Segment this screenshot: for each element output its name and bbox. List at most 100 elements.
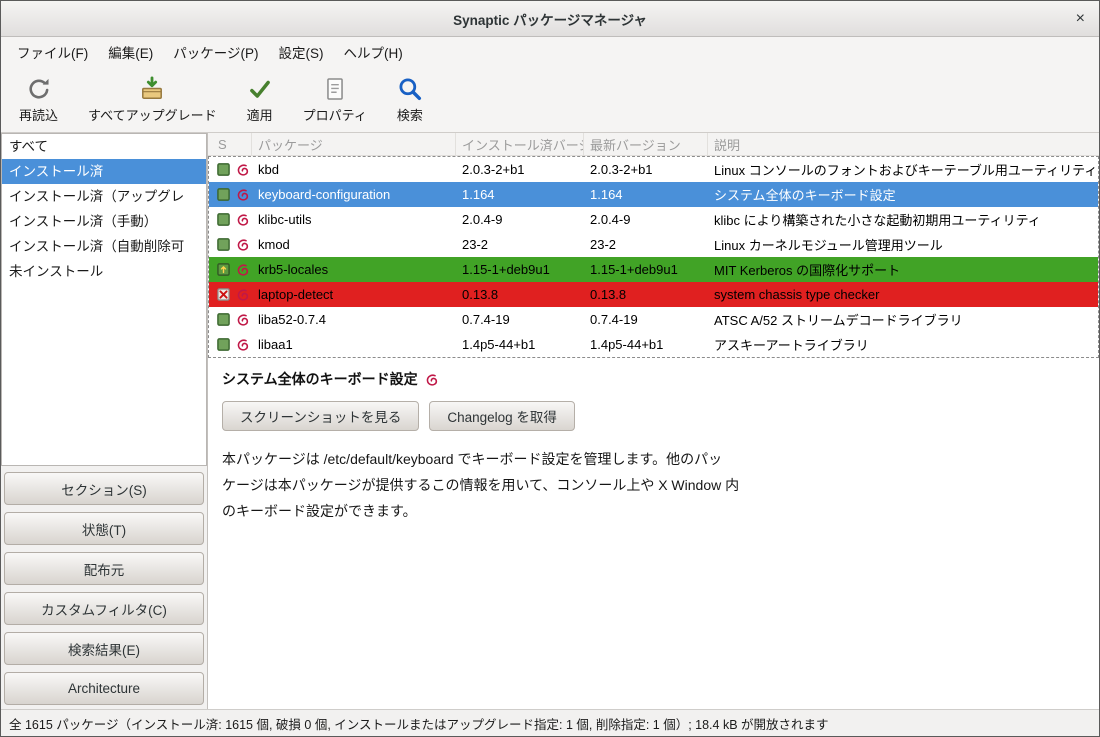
details-buttons: スクリーンショットを見る Changelog を取得 bbox=[222, 401, 1085, 431]
package-description: アスキーアートライブラリ bbox=[709, 335, 1098, 354]
filter-installed-upgradable[interactable]: インストール済（アップグレ bbox=[2, 184, 206, 209]
package-description: klibc により構築された小さな起動初期用ユーティリティ bbox=[709, 210, 1098, 229]
package-name: libaa1 bbox=[253, 337, 457, 352]
table-row[interactable]: liba52-0.7.4 0.7.4-19 0.7.4-19 ATSC A/52… bbox=[209, 307, 1098, 332]
status-cell bbox=[209, 263, 253, 276]
package-description: Linux カーネルモジュール管理用ツール bbox=[709, 235, 1098, 254]
package-description: ATSC A/52 ストリームデコードライブラリ bbox=[709, 310, 1098, 329]
statusbar-text: 全 1615 パッケージ（インストール済: 1615 個, 破損 0 個, イン… bbox=[9, 714, 829, 733]
debian-swirl-icon bbox=[236, 238, 249, 251]
latest-version: 2.0.4-9 bbox=[585, 212, 709, 227]
titlebar: Synaptic パッケージマネージャ × bbox=[1, 1, 1099, 37]
debian-swirl-icon bbox=[236, 213, 249, 226]
get-changelog-button[interactable]: Changelog を取得 bbox=[429, 401, 575, 431]
apply-label: 適用 bbox=[247, 105, 273, 124]
status-cell bbox=[209, 338, 253, 351]
search-label: 検索 bbox=[397, 105, 423, 124]
status-cell bbox=[209, 238, 253, 251]
search-button[interactable]: 検索 bbox=[383, 70, 437, 129]
latest-version: 0.13.8 bbox=[585, 287, 709, 302]
installed-version: 2.0.3-2+b1 bbox=[457, 162, 585, 177]
table-row-marked-removal[interactable]: laptop-detect 0.13.8 0.13.8 system chass… bbox=[209, 282, 1098, 307]
menu-help[interactable]: ヘルプ(H) bbox=[333, 37, 412, 67]
package-description: Linux コンソールのフォントおよびキーテーブル用ユーティリティ bbox=[709, 160, 1098, 179]
properties-icon bbox=[322, 76, 348, 102]
package-marked-removal-icon bbox=[217, 288, 230, 301]
reload-button[interactable]: 再読込 bbox=[5, 70, 72, 129]
custom-filters-button[interactable]: カスタムフィルタ(C) bbox=[4, 592, 204, 625]
filter-list: すべて インストール済 インストール済（アップグレ インストール済（手動） イン… bbox=[1, 133, 207, 466]
header-installed-version[interactable]: インストール済バージョン bbox=[456, 133, 584, 155]
package-name: laptop-detect bbox=[253, 287, 457, 302]
menubar: ファイル(F) 編集(E) パッケージ(P) 設定(S) ヘルプ(H) bbox=[1, 37, 1099, 67]
installed-version: 0.7.4-19 bbox=[457, 312, 585, 327]
debian-swirl-icon bbox=[236, 338, 249, 351]
installed-version: 23-2 bbox=[457, 237, 585, 252]
debian-swirl-icon bbox=[236, 288, 249, 301]
installed-version: 1.4p5-44+b1 bbox=[457, 337, 585, 352]
filter-installed-autoremovable[interactable]: インストール済（自動削除可 bbox=[2, 234, 206, 259]
menu-file[interactable]: ファイル(F) bbox=[7, 37, 98, 67]
filter-not-installed[interactable]: 未インストール bbox=[2, 259, 206, 284]
package-description: system chassis type checker bbox=[709, 287, 1098, 302]
package-description: MIT Kerberos の国際化サポート bbox=[709, 260, 1098, 279]
table-row[interactable]: libaa1 1.4p5-44+b1 1.4p5-44+b1 アスキーアートライ… bbox=[209, 332, 1098, 357]
statusbar: 全 1615 パッケージ（インストール済: 1615 個, 破損 0 個, イン… bbox=[1, 709, 1099, 736]
origin-button[interactable]: 配布元 bbox=[4, 552, 204, 585]
latest-version: 1.164 bbox=[585, 187, 709, 202]
table-header: S パッケージ インストール済バージョン 最新バージョン 説明 bbox=[208, 133, 1099, 156]
details-description: 本パッケージは /etc/default/keyboard でキーボード設定を管… bbox=[222, 446, 1085, 524]
latest-version: 2.0.3-2+b1 bbox=[585, 162, 709, 177]
mark-all-upgrades-icon bbox=[139, 76, 165, 102]
package-installed-icon bbox=[217, 338, 230, 351]
properties-button[interactable]: プロパティ bbox=[289, 70, 381, 129]
filter-all[interactable]: すべて bbox=[2, 134, 206, 159]
header-latest-version[interactable]: 最新バージョン bbox=[584, 133, 708, 155]
header-description[interactable]: 説明 bbox=[708, 133, 1099, 155]
package-marked-upgrade-icon bbox=[217, 263, 230, 276]
architecture-button[interactable]: Architecture bbox=[4, 672, 204, 705]
status-cell bbox=[209, 288, 253, 301]
filter-installed-manual[interactable]: インストール済（手動） bbox=[2, 209, 206, 234]
table-row[interactable]: klibc-utils 2.0.4-9 2.0.4-9 klibc により構築さ… bbox=[209, 207, 1098, 232]
menu-edit[interactable]: 編集(E) bbox=[98, 37, 163, 67]
search-results-button[interactable]: 検索結果(E) bbox=[4, 632, 204, 665]
package-installed-icon bbox=[217, 238, 230, 251]
table-row[interactable]: kmod 23-2 23-2 Linux カーネルモジュール管理用ツール bbox=[209, 232, 1098, 257]
debian-swirl-icon bbox=[236, 313, 249, 326]
installed-version: 1.164 bbox=[457, 187, 585, 202]
details-pane: システム全体のキーボード設定 スクリーンショットを見る Changelog を取… bbox=[208, 358, 1099, 709]
synaptic-window: Synaptic パッケージマネージャ × ファイル(F) 編集(E) パッケー… bbox=[0, 0, 1100, 737]
header-status[interactable]: S bbox=[208, 133, 252, 155]
menu-settings[interactable]: 設定(S) bbox=[268, 37, 333, 67]
menu-package[interactable]: パッケージ(P) bbox=[163, 37, 268, 67]
sidebar-buttons: セクション(S) 状態(T) 配布元 カスタムフィルタ(C) 検索結果(E) A… bbox=[1, 472, 207, 709]
installed-version: 2.0.4-9 bbox=[457, 212, 585, 227]
close-button[interactable]: × bbox=[1076, 11, 1085, 27]
sections-button[interactable]: セクション(S) bbox=[4, 472, 204, 505]
apply-button[interactable]: 適用 bbox=[233, 70, 287, 129]
table-row-selected[interactable]: keyboard-configuration 1.164 1.164 システム全… bbox=[209, 182, 1098, 207]
package-list: kbd 2.0.3-2+b1 2.0.3-2+b1 Linux コンソールのフォ… bbox=[208, 156, 1099, 358]
search-icon bbox=[397, 76, 423, 102]
package-installed-icon bbox=[217, 213, 230, 226]
mark-all-upgrades-button[interactable]: すべてアップグレード bbox=[74, 70, 231, 129]
status-button[interactable]: 状態(T) bbox=[4, 512, 204, 545]
description-line: ケージは本パッケージが提供するこの情報を用いて、コンソール上や X Window… bbox=[222, 472, 1085, 498]
debian-swirl-icon bbox=[236, 163, 249, 176]
view-screenshot-button[interactable]: スクリーンショットを見る bbox=[222, 401, 419, 431]
description-line: のキーボード設定ができます。 bbox=[222, 498, 1085, 524]
latest-version: 1.4p5-44+b1 bbox=[585, 337, 709, 352]
header-package[interactable]: パッケージ bbox=[252, 133, 456, 155]
table-row-marked-upgrade[interactable]: krb5-locales 1.15-1+deb9u1 1.15-1+deb9u1… bbox=[209, 257, 1098, 282]
main-pane: S パッケージ インストール済バージョン 最新バージョン 説明 kbd 2.0.… bbox=[208, 133, 1099, 709]
table-row[interactable]: kbd 2.0.3-2+b1 2.0.3-2+b1 Linux コンソールのフォ… bbox=[209, 157, 1098, 182]
details-title: システム全体のキーボード設定 bbox=[222, 369, 418, 389]
package-installed-icon bbox=[217, 163, 230, 176]
package-name: liba52-0.7.4 bbox=[253, 312, 457, 327]
package-name: krb5-locales bbox=[253, 262, 457, 277]
status-cell bbox=[209, 163, 253, 176]
description-line: 本パッケージは /etc/default/keyboard でキーボード設定を管… bbox=[222, 446, 1085, 472]
latest-version: 0.7.4-19 bbox=[585, 312, 709, 327]
filter-installed[interactable]: インストール済 bbox=[2, 159, 206, 184]
